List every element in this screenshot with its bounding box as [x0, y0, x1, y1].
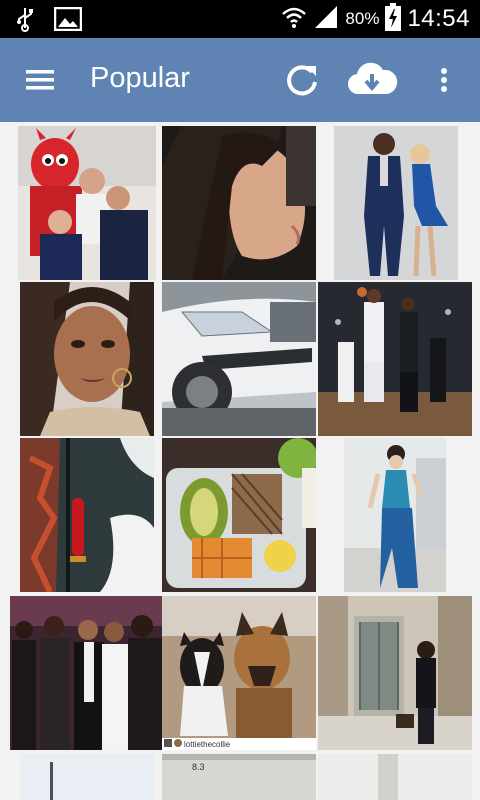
download-button[interactable]: [345, 58, 399, 102]
photo-tile-12[interactable]: [318, 596, 472, 750]
photo-tile-15[interactable]: [318, 754, 472, 800]
photo-tile-4[interactable]: [10, 282, 164, 436]
photo-tile-14[interactable]: 8.3: [162, 754, 316, 800]
page-title: Popular: [90, 62, 190, 94]
photo-tile-9[interactable]: [318, 438, 472, 592]
woman-posing-photo: [344, 438, 446, 592]
dancing-couple-photo: [334, 126, 458, 280]
wifi-icon: [281, 5, 307, 33]
cloud-download-icon: [345, 62, 399, 106]
menu-button[interactable]: [18, 60, 62, 100]
photo-caption: lottiethecollie: [164, 739, 230, 749]
clock: 14:54: [407, 5, 470, 32]
photo-tile-6[interactable]: [318, 282, 472, 436]
woman-street-photo: [318, 596, 472, 750]
repost-icon: [164, 739, 172, 749]
woman-selfie-photo: [20, 282, 154, 436]
caption-text: lottiethecollie: [184, 739, 231, 749]
painted-wall-photo: [20, 438, 154, 592]
battery-percent: 80%: [345, 9, 380, 28]
more-vert-icon: [430, 68, 458, 106]
avatar: [174, 739, 182, 749]
photo-tile-3[interactable]: [318, 126, 472, 280]
signal-icon: [313, 4, 339, 34]
photo-tile-11[interactable]: lottiethecollie: [162, 596, 316, 750]
photo-tile-1[interactable]: [10, 126, 164, 280]
basketball-game-photo: [318, 282, 472, 436]
photo-tile-8[interactable]: [162, 438, 316, 592]
photo-tile-10[interactable]: [10, 596, 164, 750]
battery-charging-icon: [385, 3, 402, 35]
image-icon: [53, 6, 83, 35]
white-car-photo: [162, 282, 316, 436]
photo-tile-2[interactable]: [162, 126, 316, 280]
photo-tile-5[interactable]: [162, 282, 316, 436]
refresh-icon: [280, 65, 324, 106]
status-bar: 80% 14:54: [0, 0, 480, 38]
app-bar: Popular: [0, 38, 480, 122]
usb-icon: [14, 6, 36, 36]
partial-tile-3-photo: [318, 754, 472, 800]
photo-tile-13[interactable]: [10, 754, 164, 800]
woman-profile-photo: [162, 126, 316, 280]
partial-tile-1-photo: [20, 754, 154, 800]
photo-grid: lottiethecollie 8.3: [0, 122, 480, 800]
partial-tile-2-photo: [162, 754, 316, 800]
two-dogs-photo: [162, 596, 316, 750]
refresh-button[interactable]: [280, 58, 324, 102]
partial-tile-label: 8.3: [192, 762, 205, 772]
photo-tile-7[interactable]: [10, 438, 164, 592]
menu-icon: [18, 70, 62, 104]
group-party-photo: [10, 596, 164, 750]
meal-prep-photo: [162, 438, 316, 592]
more-options-button[interactable]: [430, 58, 458, 102]
mascot-and-fans-photo: [18, 126, 156, 280]
